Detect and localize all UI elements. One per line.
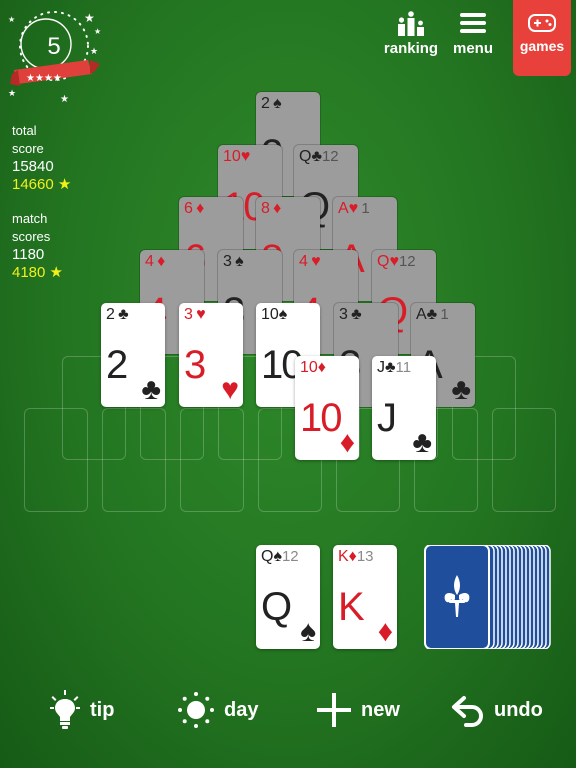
card-2-clubs[interactable]: 2 ♣ 2 ♣ [101,303,165,407]
games-button[interactable]: games [513,0,571,76]
undo-label: undo [494,698,543,721]
svg-text:★★★★: ★★★★ [26,73,62,84]
match-score-value: 1180 [12,246,45,263]
card-j-clubs[interactable]: J♣11 J ♣ [372,356,436,460]
lightbulb-icon [50,690,80,729]
day-label: day [224,698,259,721]
menu-button[interactable]: menu [448,10,498,57]
card-slot [24,408,88,512]
svg-text:★: ★ [84,11,95,25]
new-game-button[interactable]: new [315,686,400,734]
waste-card-k-diamonds[interactable]: K♦13 K ♦ [333,545,397,649]
svg-text:★: ★ [90,46,98,56]
svg-text:★: ★ [8,88,16,98]
stock-deck[interactable] [424,544,552,650]
plus-icon [317,693,351,727]
match-score-label-2: scores [12,229,51,244]
card-slot [180,408,244,512]
gamepad-icon [528,14,556,32]
hamburger-icon [460,13,486,33]
level-badge: ★★★★ ★ ★ ★ ★ ★ ★ 5 [8,8,108,108]
score-panel: total score 15840 14660 ★ match scores 1… [12,122,112,282]
undo-arrow-icon [452,696,483,727]
menu-label: menu [452,40,493,57]
waste-card-q-spades[interactable]: Q♠12 Q ♠ [256,545,320,649]
podium-icon [398,11,424,36]
undo-button[interactable]: undo [450,686,543,734]
deck-back-icon [424,544,551,650]
card-3-hearts[interactable]: 3 ♥ 3 ♥ [179,303,243,407]
level-number: 5 [47,33,61,60]
card-10-diamonds[interactable]: 10♦ 10 ♦ [295,356,359,460]
total-score-label: total [12,123,37,138]
card-slot [492,408,556,512]
ranking-button[interactable]: ranking [378,10,444,57]
sun-icon [178,692,214,728]
svg-text:★: ★ [94,27,101,36]
new-label: new [361,698,400,721]
ranking-label: ranking [383,40,439,57]
total-score-value: 15840 [12,158,54,175]
total-score-label-2: score [12,141,44,156]
total-score-best: 14660 ★ [12,176,72,193]
tip-button[interactable]: tip [48,686,114,734]
match-score-best: 4180 ★ [12,264,63,281]
day-button[interactable]: day [176,686,258,734]
svg-text:★: ★ [60,94,69,105]
svg-text:★: ★ [8,15,15,24]
tip-label: tip [90,698,115,721]
games-label: games [519,38,565,54]
card-slot [102,408,166,512]
match-score-label: match [12,211,48,226]
